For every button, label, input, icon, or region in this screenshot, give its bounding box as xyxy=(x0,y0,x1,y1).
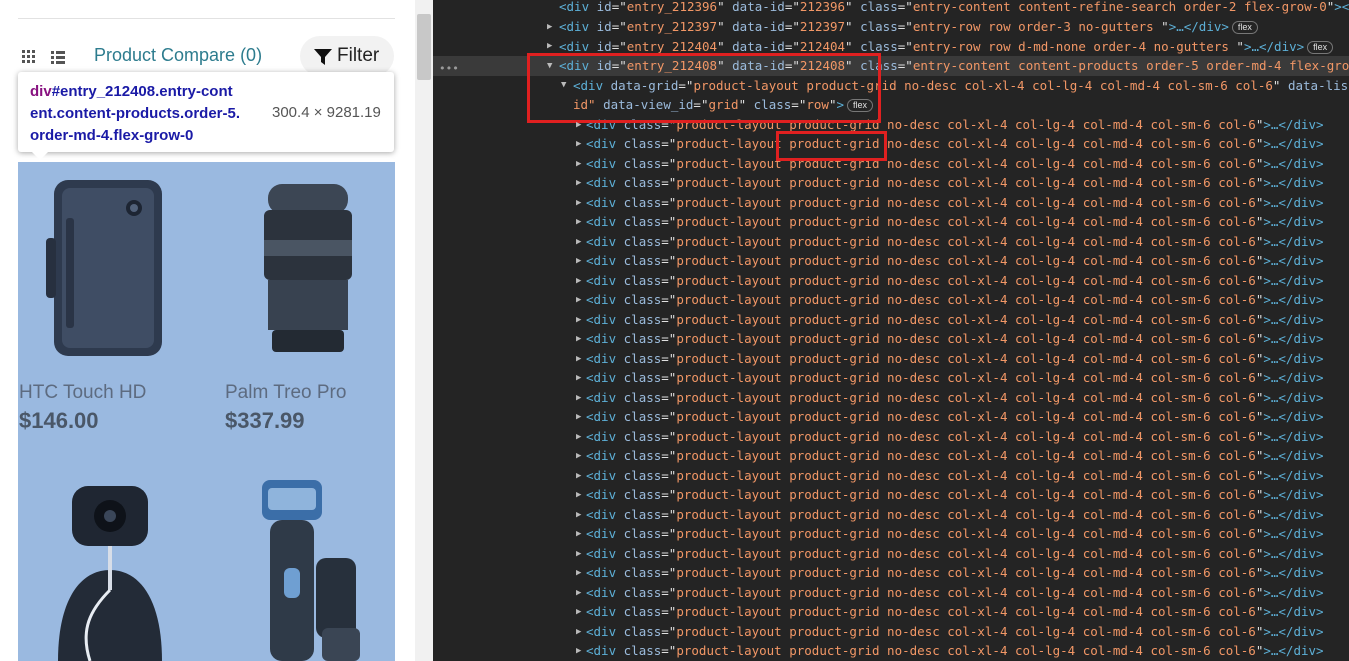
product-layout-node-line[interactable]: <div class="product-layout product-grid … xyxy=(586,271,1324,291)
expand-triangle-icon[interactable]: ▶ xyxy=(547,41,552,51)
product-layout-node-line[interactable]: <div class="product-layout product-grid … xyxy=(586,388,1324,408)
expand-triangle-icon[interactable]: ▶ xyxy=(576,276,581,286)
product-layout-node-line[interactable]: <div class="product-layout product-grid … xyxy=(586,173,1324,193)
product-layout-node-line[interactable]: <div class="product-layout product-grid … xyxy=(586,427,1324,447)
product-layout-node-line[interactable]: <div class="product-layout product-grid … xyxy=(586,368,1324,388)
dom-node-line[interactable]: <div id="entry_212396" data-id="212396" … xyxy=(559,0,1349,17)
product-layout-node-line[interactable]: <div class="product-layout product-grid … xyxy=(586,134,1324,154)
product-layout-node-line[interactable]: <div class="product-layout product-grid … xyxy=(586,466,1324,486)
flex-badge[interactable]: flex xyxy=(1231,21,1258,34)
expand-triangle-icon[interactable]: ▶ xyxy=(576,412,581,422)
product-layout-node-line[interactable]: <div class="product-layout product-grid … xyxy=(586,193,1324,213)
product-layout-node-line[interactable]: <div class="product-layout product-grid … xyxy=(586,446,1324,466)
page-scrollbar[interactable] xyxy=(415,0,433,661)
product-layout-node-line[interactable]: <div class="product-layout product-grid … xyxy=(586,544,1324,564)
product-layout-node-line[interactable]: <div class="product-layout product-grid … xyxy=(586,407,1324,427)
annotation-box-selected-node xyxy=(527,53,881,123)
expand-triangle-icon[interactable]: ▶ xyxy=(576,198,581,208)
inspect-tooltip: div#entry_212408.entry-cont ent.content-p… xyxy=(18,72,394,152)
tooltip-selector-line2: ent.content-products.order-5. xyxy=(30,105,241,122)
expand-triangle-icon[interactable]: ▶ xyxy=(576,568,581,578)
expand-triangle-icon[interactable]: ▶ xyxy=(576,471,581,481)
expand-triangle-icon[interactable]: ▶ xyxy=(576,627,581,637)
expand-triangle-icon[interactable]: ▶ xyxy=(576,178,581,188)
expand-triangle-icon[interactable]: ▶ xyxy=(576,607,581,617)
tooltip-selector-line1: #entry_212408.entry-cont xyxy=(51,83,233,100)
expand-triangle-icon[interactable]: ▶ xyxy=(576,393,581,403)
divider xyxy=(18,18,395,19)
product-layout-node-line[interactable]: <div class="product-layout product-grid … xyxy=(586,310,1324,330)
expand-triangle-icon[interactable]: ▶ xyxy=(576,354,581,364)
expand-triangle-icon[interactable]: ▶ xyxy=(576,295,581,305)
product-layout-node-line[interactable]: <div class="product-layout product-grid … xyxy=(586,563,1324,583)
tooltip-size: 300.4 × 9281.19 xyxy=(272,104,381,121)
filter-icon xyxy=(314,49,332,65)
product-layout-node-line[interactable]: <div class="product-layout product-grid … xyxy=(586,641,1324,661)
expand-triangle-icon[interactable]: ▶ xyxy=(576,588,581,598)
expand-triangle-icon[interactable]: ▶ xyxy=(576,646,581,656)
page-viewport: Product Compare (0) Filter HTC Touch HD … xyxy=(0,0,415,661)
expand-triangle-icon[interactable]: ▶ xyxy=(576,510,581,520)
product-price: $337.99 xyxy=(225,408,305,433)
expand-triangle-icon[interactable]: ▶ xyxy=(576,120,581,130)
product-compare-link[interactable]: Product Compare (0) xyxy=(94,45,262,66)
phone-image[interactable] xyxy=(46,178,166,358)
expand-triangle-icon[interactable]: ▶ xyxy=(576,256,581,266)
expand-triangle-icon[interactable]: ▶ xyxy=(576,217,581,227)
security-camera-image[interactable] xyxy=(50,480,170,661)
product-layout-node-line[interactable]: <div class="product-layout product-grid … xyxy=(586,505,1324,525)
expand-triangle-icon[interactable]: ▶ xyxy=(576,139,581,149)
expand-triangle-icon[interactable]: ▶ xyxy=(547,22,552,32)
camera-lens-image[interactable] xyxy=(258,180,358,360)
product-layout-node-line[interactable]: <div class="product-layout product-grid … xyxy=(586,622,1324,642)
expand-triangle-icon[interactable]: ▶ xyxy=(576,529,581,539)
flex-badge[interactable]: flex xyxy=(1307,40,1334,54)
product-layout-node-line[interactable]: <div class="product-layout product-grid … xyxy=(586,232,1324,252)
shaver-image[interactable] xyxy=(256,478,366,661)
expand-triangle-icon[interactable]: ▶ xyxy=(576,490,581,500)
product-layout-node-line[interactable]: <div class="product-layout product-grid … xyxy=(586,583,1324,603)
node-actions-ellipsis[interactable]: ••• xyxy=(439,62,459,75)
filter-button[interactable]: Filter xyxy=(300,36,394,76)
product-layout-node-line[interactable]: <div class="product-layout product-grid … xyxy=(586,212,1324,232)
grid-view-icon[interactable] xyxy=(22,50,36,64)
product-price: $146.00 xyxy=(19,408,99,433)
inspected-element-highlight: HTC Touch HD $146.00 Palm Treo Pro $337.… xyxy=(18,162,395,661)
expand-triangle-icon[interactable]: ▶ xyxy=(576,373,581,383)
product-layout-node-line[interactable]: <div class="product-layout product-grid … xyxy=(586,485,1324,505)
product-layout-node-line[interactable]: <div class="product-layout product-grid … xyxy=(586,290,1324,310)
filter-label: Filter xyxy=(337,45,380,66)
product-name[interactable]: Palm Treo Pro xyxy=(225,382,346,404)
devtools-elements-panel: <div id="entry_212396" data-id="212396" … xyxy=(433,0,1349,661)
tooltip-selector: div#entry_212408.entry-cont ent.content-p… xyxy=(30,81,265,147)
dom-node-line[interactable]: <div id="entry_212397" data-id="212397" … xyxy=(559,17,1258,37)
product-layout-node-line[interactable]: <div class="product-layout product-grid … xyxy=(586,251,1324,271)
product-layout-node-line[interactable]: <div class="product-layout product-grid … xyxy=(586,329,1324,349)
list-view-icon[interactable] xyxy=(51,50,65,64)
product-layout-node-line[interactable]: <div class="product-layout product-grid … xyxy=(586,602,1324,622)
product-layout-node-line[interactable]: <div class="product-layout product-grid … xyxy=(586,154,1324,174)
product-name[interactable]: HTC Touch HD xyxy=(19,382,146,404)
scrollbar-thumb[interactable] xyxy=(417,14,431,80)
expand-triangle-icon[interactable]: ▶ xyxy=(576,237,581,247)
annotation-box-product-grid xyxy=(776,131,887,161)
tooltip-selector-line3: order-md-4.flex-grow-0 xyxy=(30,127,194,144)
expand-triangle-icon[interactable]: ▶ xyxy=(576,549,581,559)
expand-triangle-icon[interactable]: ▶ xyxy=(576,334,581,344)
expand-triangle-icon[interactable]: ▶ xyxy=(576,432,581,442)
expand-triangle-icon[interactable]: ▶ xyxy=(576,159,581,169)
product-layout-node-line[interactable]: <div class="product-layout product-grid … xyxy=(586,349,1324,369)
tooltip-arrow xyxy=(31,151,49,160)
tooltip-tag: div xyxy=(30,83,52,100)
expand-triangle-icon[interactable]: ▶ xyxy=(576,451,581,461)
product-layout-node-line[interactable]: <div class="product-layout product-grid … xyxy=(586,524,1324,544)
expand-triangle-icon[interactable]: ▶ xyxy=(576,315,581,325)
